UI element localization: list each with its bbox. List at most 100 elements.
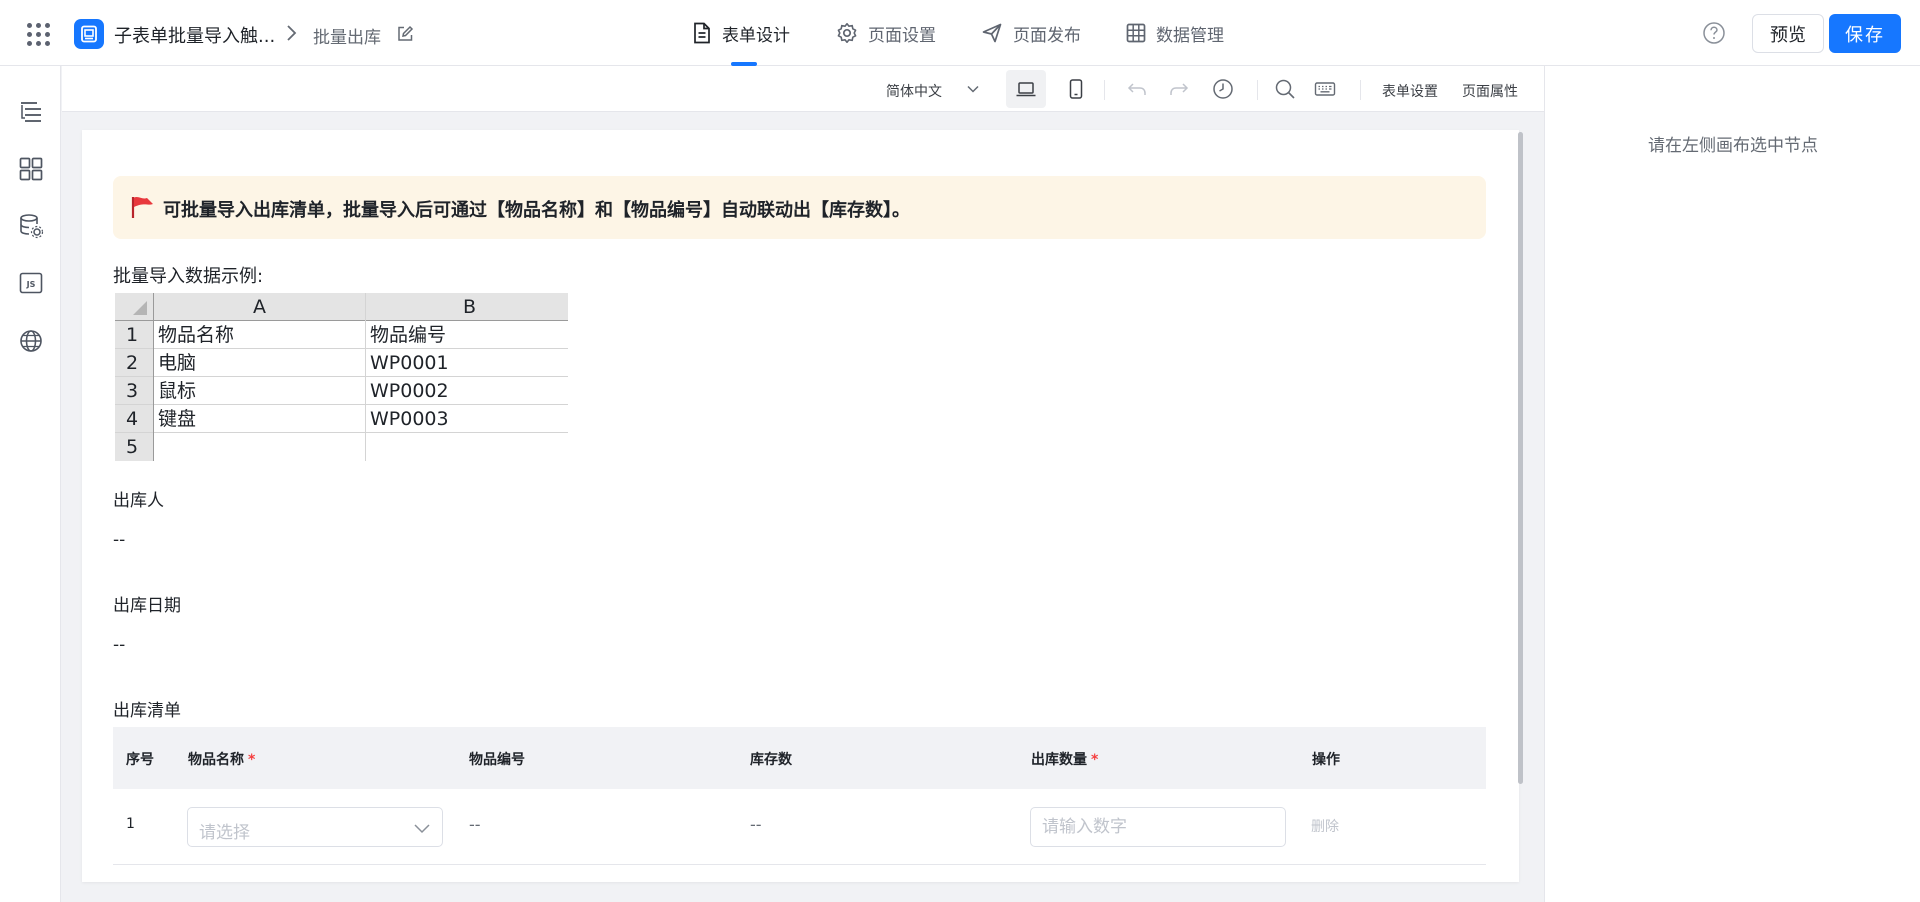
globe-icon[interactable] [18,328,44,354]
sheet-cell: 键盘 [158,408,197,430]
keyboard-icon[interactable] [1314,78,1336,100]
app-logo-icon [74,19,104,49]
chevron-down-icon [414,824,430,834]
app-launcher-icon[interactable] [26,22,50,46]
sheet-gridline [153,293,154,461]
column-header-index: 序号 [126,752,154,768]
form-settings-button[interactable]: 表单设置 [1382,81,1438,101]
column-header-item-name: 物品名称 * [188,752,256,768]
sheet-gridline [115,376,568,377]
sheet-col-header: B [463,296,477,318]
canvas-scrollbar[interactable] [1518,132,1523,784]
sheet-cell: WP0001 [370,352,449,374]
sample-spreadsheet-image: A B 1 2 3 4 5 物品名称 物品编号 电脑 WP0001 鼠标 WP0… [115,293,568,461]
app-title[interactable]: 子表单批量导入触... [114,22,275,48]
tab-data-management[interactable]: 数据管理 [1126,18,1224,48]
subform-label: 出库清单 [113,701,181,721]
toolbar-divider [1257,80,1258,100]
left-rail: JS [0,66,61,902]
delete-row-link[interactable]: 删除 [1311,816,1339,836]
properties-panel: 请在左侧画布选中节点 [1544,66,1920,902]
desktop-view-icon[interactable] [1015,78,1037,100]
tab-label: 页面设置 [868,25,936,46]
tab-page-publish[interactable]: 页面发布 [981,18,1081,48]
sheet-cell: 电脑 [158,352,197,374]
outline-tree-icon[interactable] [18,98,44,124]
table-row: 1 请选择 -- -- 删除 [113,789,1486,865]
tab-form-design[interactable]: 表单设计 [692,18,790,48]
js-code-icon[interactable]: JS [18,270,44,296]
notice-banner[interactable]: 可批量导入出库清单，批量导入后可通过【物品名称】和【物品编号】自动联动出【库存数… [113,176,1486,239]
top-bar: 子表单批量导入触... 批量出库 表单设计 页面设置 页面发布 数据管理 预览 … [0,0,1920,66]
chevron-right-icon [287,25,297,41]
field-label-outbound-date: 出库日期 [113,596,181,616]
column-header-item-code: 物品编号 [469,752,525,768]
tab-label: 页面发布 [1013,25,1081,46]
subform-table-header: 序号 物品名称 * 物品编号 库存数 出库数量 * 操作 [113,727,1486,789]
search-icon[interactable] [1274,78,1296,100]
sheet-row-number: 3 [126,380,139,402]
svg-text:JS: JS [26,280,36,289]
sheet-row-number: 5 [126,436,139,458]
stock-value: -- [750,815,762,834]
language-select[interactable]: 简体中文 [886,81,942,101]
select-placeholder: 请选择 [199,823,250,843]
sheet-cell: WP0002 [370,380,449,402]
canvas-toolbar: 简体中文 表单设置 页面属性 [62,66,1544,112]
sheet-gridline [115,432,568,433]
components-grid-icon[interactable] [18,156,44,182]
example-label: 批量导入数据示例: [113,266,264,287]
undo-icon[interactable] [1126,78,1148,100]
select-all-corner-icon [133,301,147,315]
sheet-row-number: 1 [126,324,139,346]
history-icon[interactable] [1212,78,1234,100]
redo-icon[interactable] [1168,78,1190,100]
column-header-quantity: 出库数量 * [1031,752,1099,768]
row-index: 1 [126,816,135,832]
item-name-select[interactable]: 请选择 [187,807,443,847]
edit-icon[interactable] [396,25,414,43]
sheet-gridline [115,348,568,349]
form-canvas[interactable]: 可批量导入出库清单，批量导入后可通过【物品名称】和【物品编号】自动联动出【库存数… [82,130,1519,882]
gear-icon [837,23,857,43]
preview-button[interactable]: 预览 [1752,14,1824,53]
sheet-row-number: 2 [126,352,139,374]
notice-text: 可批量导入出库清单，批量导入后可通过【物品名称】和【物品编号】自动联动出【库存数… [163,200,910,221]
page-name: 批量出库 [313,28,381,48]
sheet-gridline [365,293,366,461]
page-properties-button[interactable]: 页面属性 [1462,81,1518,101]
required-mark: * [248,752,256,768]
send-icon [982,23,1002,43]
field-label-outbound-person: 出库人 [113,491,164,511]
mobile-view-icon[interactable] [1065,78,1087,100]
item-code-value: -- [469,815,481,834]
sheet-cell: WP0003 [370,408,449,430]
document-icon [694,22,710,44]
save-button[interactable]: 保存 [1829,14,1901,53]
tab-page-settings[interactable]: 页面设置 [836,18,936,48]
field-value-outbound-person: -- [113,530,126,550]
chevron-down-icon[interactable] [966,83,980,95]
help-icon[interactable] [1702,21,1726,45]
sheet-cell: 鼠标 [158,380,197,402]
sheet-row-number: 4 [126,408,139,430]
properties-empty-hint: 请在左侧画布选中节点 [1648,136,1818,156]
sheet-cell: 物品编号 [370,324,447,346]
required-mark: * [1091,752,1099,768]
data-source-icon[interactable] [18,213,44,239]
flag-icon [131,196,153,218]
toolbar-divider [1104,80,1105,100]
sheet-col-header: A [253,296,266,318]
sheet-gridline [115,404,568,405]
tab-label: 数据管理 [1156,25,1224,46]
field-value-outbound-date: -- [113,635,126,655]
column-header-stock: 库存数 [750,752,792,768]
quantity-input[interactable] [1030,807,1286,847]
toolbar-divider [1360,80,1361,100]
column-header-actions: 操作 [1312,752,1340,768]
sheet-cell: 物品名称 [158,324,235,346]
sheet-gridline [115,320,568,321]
sheet-column-header-band [115,293,568,320]
tab-label: 表单设计 [722,25,790,46]
grid-table-icon [1126,23,1146,43]
